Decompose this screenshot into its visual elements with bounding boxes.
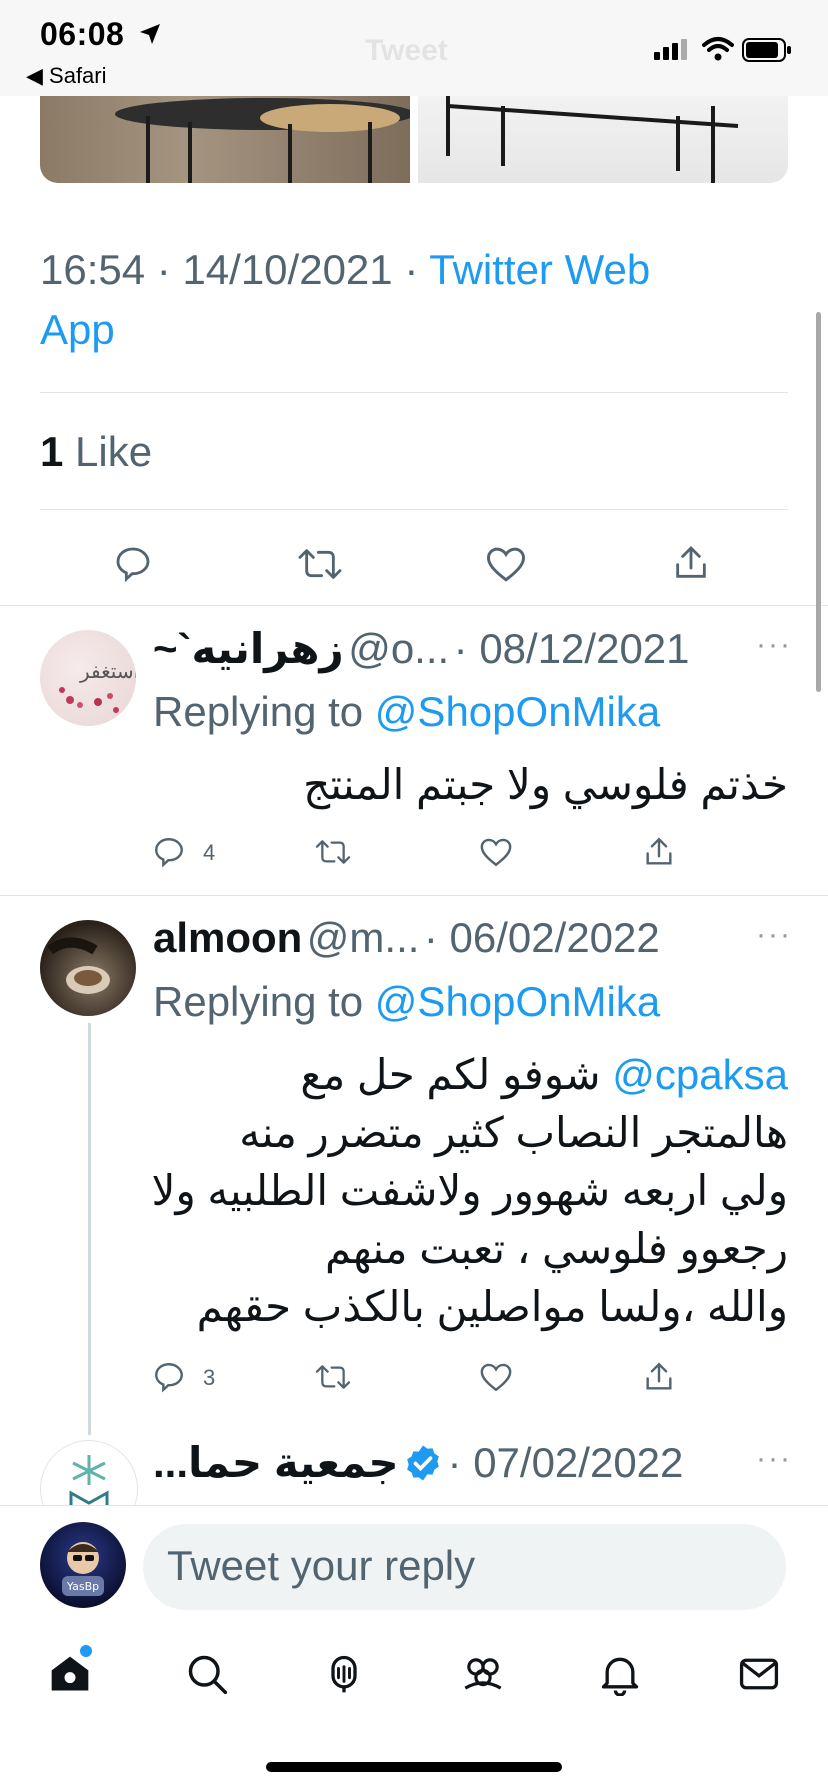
reply-1-header: زهرانيه`~ @o... · 08/12/2021 [153, 625, 690, 672]
like-label: Like [75, 428, 153, 475]
thread-line [88, 1023, 91, 1435]
reply-2-replying-to: Replying to @ShopOnMika [153, 978, 660, 1026]
communities-icon[interactable] [460, 1652, 506, 1696]
reply-1-date: 08/12/2021 [479, 625, 690, 672]
like-count: 1 [40, 428, 64, 475]
header-title-ghost: Tweet [365, 34, 448, 67]
battery-icon [742, 38, 791, 62]
reply-2-reply-count: 3 [203, 1365, 216, 1390]
svg-text:أستغفر: أستغفر [79, 657, 136, 683]
reply-1-reply-count: 4 [203, 840, 216, 865]
replying-prefix: Replying to [153, 688, 364, 735]
reply-1-avatar[interactable]: أستغفر [40, 630, 136, 726]
tweet-source-line1: Twitter Web [429, 246, 651, 293]
reply-2-header: almoon @m... · 06/02/2022 [153, 914, 660, 961]
reply-1-name[interactable]: زهرانيه`~ [153, 625, 344, 672]
reply-2-line-3: ولي اربعه شهوور ولاشفت الطلبيه ولا [151, 1167, 788, 1214]
reply-2-text: @cpaksa شوفو لكم حل مع هالمتجر النصاب كث… [151, 1046, 788, 1336]
like-icon[interactable] [479, 836, 513, 868]
reply-2-more-button[interactable]: ··· [756, 918, 792, 952]
reply-2-handle[interactable]: @m... [307, 914, 420, 961]
reply-3-date: 07/02/2022 [473, 1439, 684, 1486]
divider [40, 509, 788, 510]
reply-1-replying-to: Replying to @ShopOnMika [153, 688, 660, 736]
reply-placeholder: Tweet your reply [167, 1542, 476, 1589]
reply-icon[interactable] [152, 1360, 186, 1394]
table-photo-1 [115, 98, 410, 183]
scrollbar[interactable] [816, 312, 821, 692]
like-icon[interactable] [485, 544, 527, 584]
reply-2-line-1: @cpaksa شوفو لكم حل مع [151, 1046, 788, 1104]
tweet-source-line2: App [40, 306, 115, 353]
reply-1-text: خذتم فلوسي ولا جبتم المنتج [303, 756, 788, 814]
tweet-meta: 16:54 · 14/10/2021 · Twitter Web App [40, 246, 651, 353]
notifications-icon[interactable] [598, 1652, 642, 1696]
cellular-signal-icon [654, 39, 687, 60]
search-icon[interactable] [185, 1652, 229, 1696]
reply-2-line-1-text: شوفو لكم حل مع [300, 1051, 601, 1098]
reply-2-name[interactable]: almoon [153, 914, 302, 961]
table-photo-2 [446, 96, 739, 183]
reply-2-line-2: هالمتجر النصاب كثير متضرر منه [239, 1109, 788, 1156]
back-app-label: Safari [49, 63, 107, 88]
divider [0, 895, 828, 896]
reply-icon[interactable] [113, 544, 153, 584]
reply-2-date: 06/02/2022 [449, 914, 660, 961]
home-new-dot [80, 1645, 92, 1657]
share-icon[interactable] [671, 542, 711, 584]
reply-3-name[interactable]: جمعية حما... [153, 1439, 399, 1486]
tweet-date: 14/10/2021 [182, 246, 393, 293]
tweet-image-2[interactable] [418, 96, 788, 183]
reply-2-line-5: والله ،ولسا مواصلين بالكذب حقهم [196, 1283, 788, 1330]
messages-icon[interactable] [737, 1652, 781, 1696]
reply-3-more-button[interactable]: ··· [756, 1442, 792, 1476]
reply-2-avatar[interactable] [40, 920, 136, 1016]
retweet-icon[interactable] [314, 836, 352, 868]
back-to-safari-link[interactable]: ◀ Safari [26, 63, 107, 89]
floral-calligraphy-art: أستغفر [59, 657, 136, 713]
wifi-icon [702, 37, 734, 61]
reply-2-line-4: رجعوو فلوسي ، تعبت منهم [325, 1225, 788, 1272]
mention-link[interactable]: @cpaksa [612, 1051, 788, 1098]
status-time: 06:08 [40, 16, 125, 52]
my-avatar[interactable]: YasBp [40, 1522, 126, 1608]
coffee-photo [47, 937, 110, 994]
status-bar: 06:08 ◀ Safari Tweet [0, 0, 828, 96]
tweet-image-1[interactable] [40, 96, 410, 183]
reply-icon[interactable] [152, 835, 186, 869]
likes-count-link[interactable]: 1 Like [40, 428, 152, 476]
tweet-time: 16:54 [40, 246, 146, 293]
replying-to-link[interactable]: @ShopOnMika [375, 688, 660, 735]
reply-composer: YasBp Tweet your reply [0, 1505, 828, 1616]
avatar-text: YasBp [66, 1580, 99, 1593]
reply-1-more-button[interactable]: ··· [756, 628, 792, 662]
share-icon[interactable] [642, 1359, 676, 1395]
spaces-icon[interactable] [322, 1652, 366, 1696]
reply-1-handle[interactable]: @o... [348, 625, 449, 672]
memoji-avatar-art: YasBp [62, 1542, 104, 1596]
replying-to-link[interactable]: @ShopOnMika [375, 978, 660, 1025]
home-indicator [266, 1762, 562, 1772]
home-icon[interactable] [48, 1652, 92, 1696]
verified-badge-icon [407, 1445, 439, 1481]
share-icon[interactable] [642, 834, 676, 870]
replying-prefix: Replying to [153, 978, 364, 1025]
like-icon[interactable] [479, 1361, 513, 1393]
retweet-icon[interactable] [298, 544, 342, 584]
retweet-icon[interactable] [314, 1361, 352, 1393]
reply-input[interactable]: Tweet your reply [143, 1524, 786, 1610]
divider [0, 605, 828, 606]
location-arrow-icon [140, 24, 160, 44]
divider [40, 392, 788, 393]
reply-1-line-1: خذتم فلوسي ولا جبتم المنتج [303, 761, 788, 808]
reply-3-header: جمعية حما... · 07/02/2022 [153, 1439, 684, 1486]
